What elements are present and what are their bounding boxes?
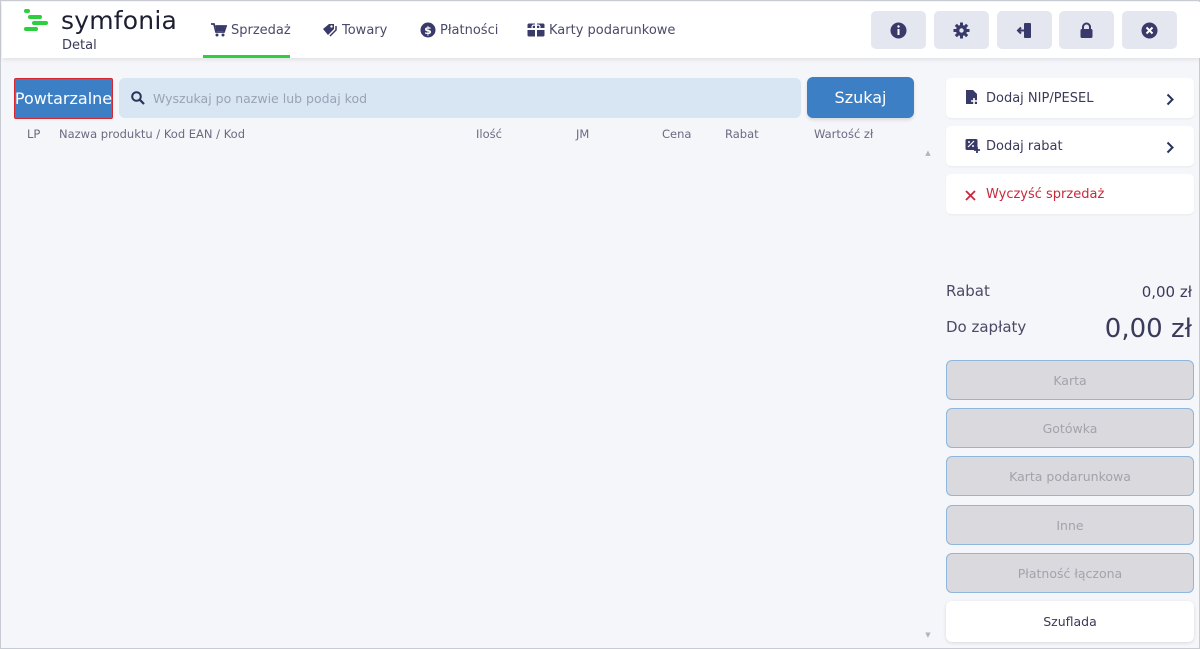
add-discount-label: Dodaj rabat [986, 138, 1063, 154]
column-lp: LP [27, 127, 41, 141]
total-value: 0,00 zł [1104, 314, 1192, 344]
svg-text:$: $ [424, 24, 432, 37]
logout-button[interactable] [997, 11, 1052, 49]
tab-label: Karty podarunkowe [549, 22, 676, 38]
tab-label: Sprzedaż [231, 22, 291, 38]
clear-sale-button[interactable]: Wyczyść sprzedaż [946, 174, 1194, 214]
repeat-button[interactable]: Powtarzalne [14, 78, 113, 119]
tab-label: Płatności [440, 22, 499, 38]
tags-icon [322, 23, 338, 37]
tab-platnosci[interactable]: $ Płatności [420, 2, 498, 58]
column-unit: JM [576, 127, 590, 141]
add-nip-label: Dodaj NIP/PESEL [986, 90, 1094, 106]
tab-karty-podarunkowe[interactable]: Karty podarunkowe [527, 2, 675, 58]
chevron-right-icon [1166, 91, 1174, 110]
search-field[interactable] [119, 78, 801, 118]
close-circle-icon [1141, 22, 1158, 38]
symfonia-logo-icon [24, 9, 48, 31]
total-label: Do zapłaty [946, 318, 1027, 336]
cart-icon [211, 23, 227, 37]
tab-label: Towary [342, 22, 388, 38]
close-button[interactable] [1122, 11, 1177, 49]
brand-name: symfonia [61, 6, 177, 35]
info-button[interactable] [871, 11, 926, 49]
pay-other-button[interactable]: Inne [946, 505, 1194, 545]
clear-sale-label: Wyczyść sprzedaż [986, 186, 1105, 202]
discount-value: 0,00 zł [1141, 283, 1192, 301]
column-price: Cena [662, 127, 692, 141]
tab-sprzedaz[interactable]: Sprzedaż [203, 2, 291, 58]
gift-card-icon [527, 23, 545, 37]
drawer-button[interactable]: Szuflada [946, 601, 1194, 642]
scroll-down-arrow[interactable]: ▼ [924, 631, 932, 639]
add-nip-button[interactable]: Dodaj NIP/PESEL [946, 78, 1194, 118]
pay-gift-card-button[interactable]: Karta podarunkowa [946, 456, 1194, 496]
settings-button[interactable] [934, 11, 989, 49]
brand-subtitle: Detal [62, 38, 97, 53]
search-input[interactable] [153, 78, 793, 118]
info-icon [890, 22, 907, 38]
document-plus-icon [965, 90, 978, 109]
dollar-circle-icon: $ [420, 22, 436, 38]
column-discount: Rabat [725, 127, 759, 141]
pay-combined-button[interactable]: Płatność łączona [946, 553, 1194, 593]
column-value: Wartość zł [814, 127, 874, 141]
logout-icon [1016, 22, 1031, 38]
chevron-right-icon [1166, 139, 1174, 158]
pay-cash-button[interactable]: Gotówka [946, 408, 1194, 448]
discount-label: Rabat [946, 282, 990, 300]
pay-card-button[interactable]: Karta [946, 360, 1194, 400]
close-icon [965, 186, 976, 205]
tab-towary[interactable]: Towary [322, 2, 387, 58]
scroll-up-arrow[interactable]: ▲ [924, 149, 932, 157]
gear-icon [953, 22, 970, 38]
lock-icon [1080, 22, 1093, 38]
add-discount-button[interactable]: Dodaj rabat [946, 126, 1194, 166]
lock-button[interactable] [1059, 11, 1114, 49]
column-quantity: Ilość [476, 127, 502, 141]
app-window: symfonia Detal Sprzedaż Towary $ Płatnoś… [0, 0, 1200, 649]
search-button[interactable]: Szukaj [807, 77, 914, 118]
discount-icon [965, 138, 980, 157]
search-icon [131, 90, 145, 109]
column-product-name: Nazwa produktu / Kod EAN / Kod [59, 127, 246, 141]
top-header: symfonia Detal Sprzedaż Towary $ Płatnoś… [2, 2, 1200, 58]
